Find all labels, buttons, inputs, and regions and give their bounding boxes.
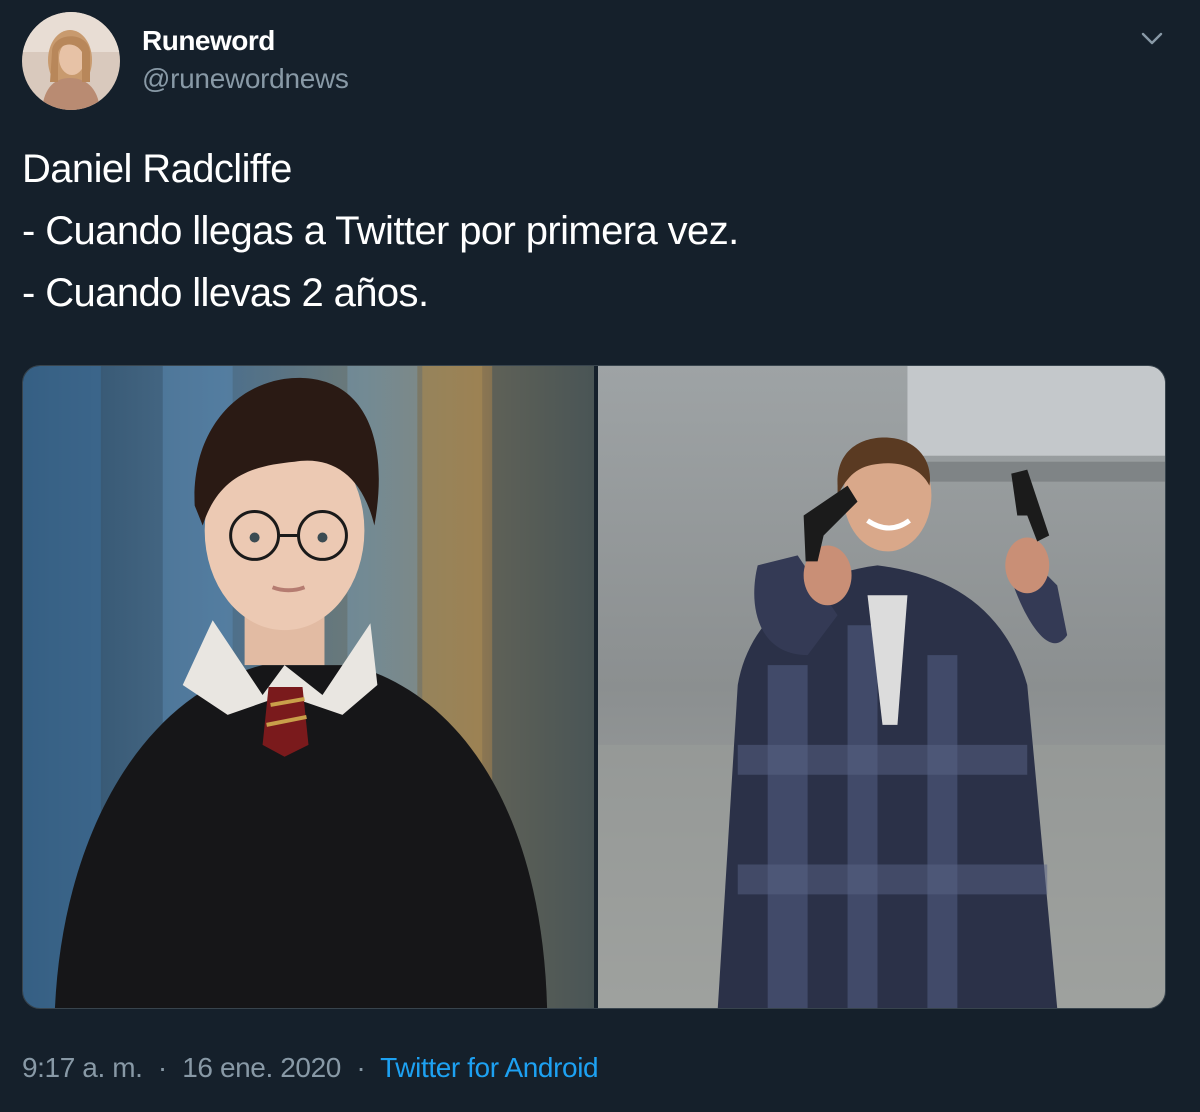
tweet-time[interactable]: 9:17 a. m.: [22, 1052, 143, 1083]
tweet-source-link[interactable]: Twitter for Android: [380, 1052, 598, 1083]
tweet: Runeword @runewordnews Daniel Radcliffe …: [0, 0, 1200, 1112]
tweet-text: Daniel Radcliffe - Cuando llegas a Twitt…: [22, 138, 1162, 324]
user-handle[interactable]: @runewordnews: [142, 63, 349, 95]
tweet-text-line: - Cuando llevas 2 años.: [22, 271, 429, 315]
tweet-text-line: Daniel Radcliffe: [22, 147, 292, 191]
media-grid: [22, 365, 1166, 1009]
photo-harry-potter[interactable]: [23, 366, 594, 1008]
chevron-down-icon[interactable]: [1136, 22, 1168, 54]
display-name[interactable]: Runeword: [142, 25, 275, 57]
tweet-meta: 9:17 a. m. · 16 ene. 2020 · Twitter for …: [22, 1052, 599, 1084]
separator: ·: [356, 1052, 366, 1083]
tweet-date[interactable]: 16 ene. 2020: [182, 1052, 341, 1083]
separator: ·: [157, 1052, 167, 1083]
tweet-text-line: - Cuando llegas a Twitter por primera ve…: [22, 209, 739, 253]
photo-guns-akimbo[interactable]: [598, 366, 1165, 1008]
avatar[interactable]: [22, 12, 120, 110]
